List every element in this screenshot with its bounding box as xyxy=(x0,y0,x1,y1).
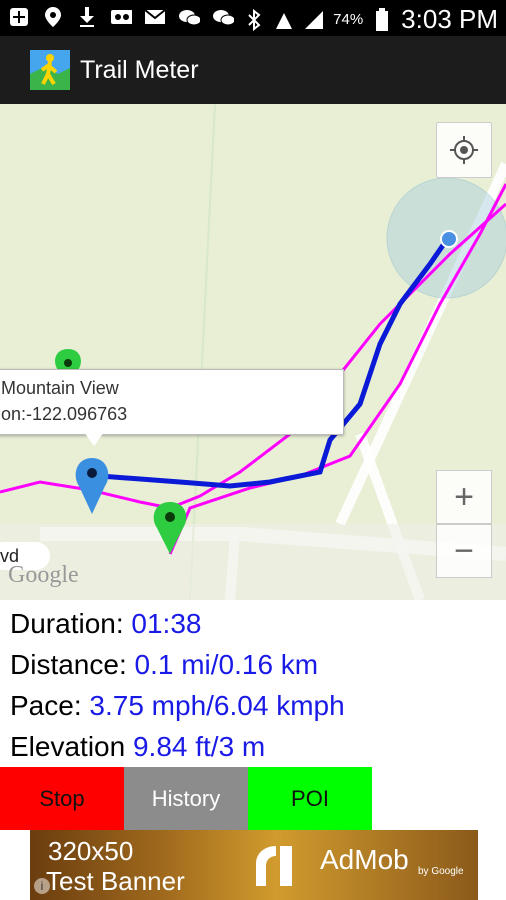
system-status: 74% 3:03 PM xyxy=(243,4,498,35)
poi-button[interactable]: POI xyxy=(248,767,372,830)
lte-signal-icon xyxy=(273,9,295,31)
info-coordinates: on:-122.096763 xyxy=(1,404,128,424)
history-button[interactable]: History xyxy=(124,767,248,830)
ad-info-icon[interactable]: i xyxy=(34,878,50,894)
info-window-pointer xyxy=(84,432,104,446)
location-pin-icon xyxy=(42,6,64,28)
blue-track xyxy=(99,236,451,489)
current-location-dot xyxy=(440,230,458,248)
distance-row: Distance: 0.1 mi/0.16 km xyxy=(10,649,318,681)
hiker-app-icon[interactable] xyxy=(30,50,70,90)
action-bar: Trail Meter xyxy=(0,36,506,104)
zoom-in-button[interactable]: + xyxy=(436,470,492,524)
app-title: Trail Meter xyxy=(80,55,199,84)
message-icon xyxy=(144,6,166,28)
map-view[interactable]: Mountain View on:-122.096763 + − vd Goog… xyxy=(0,104,506,600)
ad-size-text: 320x50 xyxy=(48,836,134,866)
zoom-out-button[interactable]: − xyxy=(436,524,492,578)
ad-label-text: Test Banner xyxy=(46,866,185,896)
map-canvas[interactable] xyxy=(0,104,506,600)
trip-stats-panel: Duration: 01:38 Distance: 0.1 mi/0.16 km… xyxy=(0,600,506,768)
distance-value: 0.1 mi/0.16 km xyxy=(134,649,319,680)
selected-marker-blue[interactable] xyxy=(75,458,109,514)
status-bar: 74% 3:03 PM xyxy=(0,0,506,36)
distance-label: Distance: xyxy=(10,649,127,680)
wechat-icon-2 xyxy=(212,6,234,28)
battery-percent: 74% xyxy=(333,11,364,28)
crosshair-icon xyxy=(450,136,478,164)
wechat-icon xyxy=(178,6,200,28)
elevation-value: 9.84 ft/3 m xyxy=(132,731,266,762)
marker-info-window[interactable]: Mountain View on:-122.096763 xyxy=(0,369,344,435)
duration-value: 01:38 xyxy=(131,608,202,639)
my-location-button[interactable] xyxy=(436,122,492,178)
notification-icons xyxy=(8,6,234,28)
control-buttons: Stop History POI xyxy=(0,767,506,830)
battery-icon xyxy=(371,7,393,31)
info-title: Mountain View xyxy=(1,378,119,398)
stop-button[interactable]: Stop xyxy=(0,767,124,830)
admob-test-banner[interactable]: 320x50 Test Banner i AdMob by Google xyxy=(30,830,478,900)
signal-bars-icon xyxy=(303,9,325,31)
voicemail-icon xyxy=(110,6,132,28)
add-icon xyxy=(8,6,30,28)
elevation-label: Elevation xyxy=(10,731,126,762)
pace-row: Pace: 3.75 mph/6.04 kmph xyxy=(10,690,345,722)
admob-by-google-text: by Google xyxy=(418,866,464,877)
duration-label: Duration: xyxy=(10,608,124,639)
clock: 3:03 PM xyxy=(401,4,498,34)
admob-logo-icon xyxy=(256,846,292,886)
google-attribution-logo: Google xyxy=(8,562,79,588)
duration-row: Duration: 01:38 xyxy=(10,608,201,640)
pace-label: Pace: xyxy=(10,690,82,721)
bluetooth-icon xyxy=(243,8,265,31)
download-icon xyxy=(76,6,98,28)
elevation-row: Elevation 9.84 ft/3 m xyxy=(10,731,265,763)
pace-value: 3.75 mph/6.04 kmph xyxy=(89,690,345,721)
admob-brand-text: AdMob xyxy=(320,844,409,875)
